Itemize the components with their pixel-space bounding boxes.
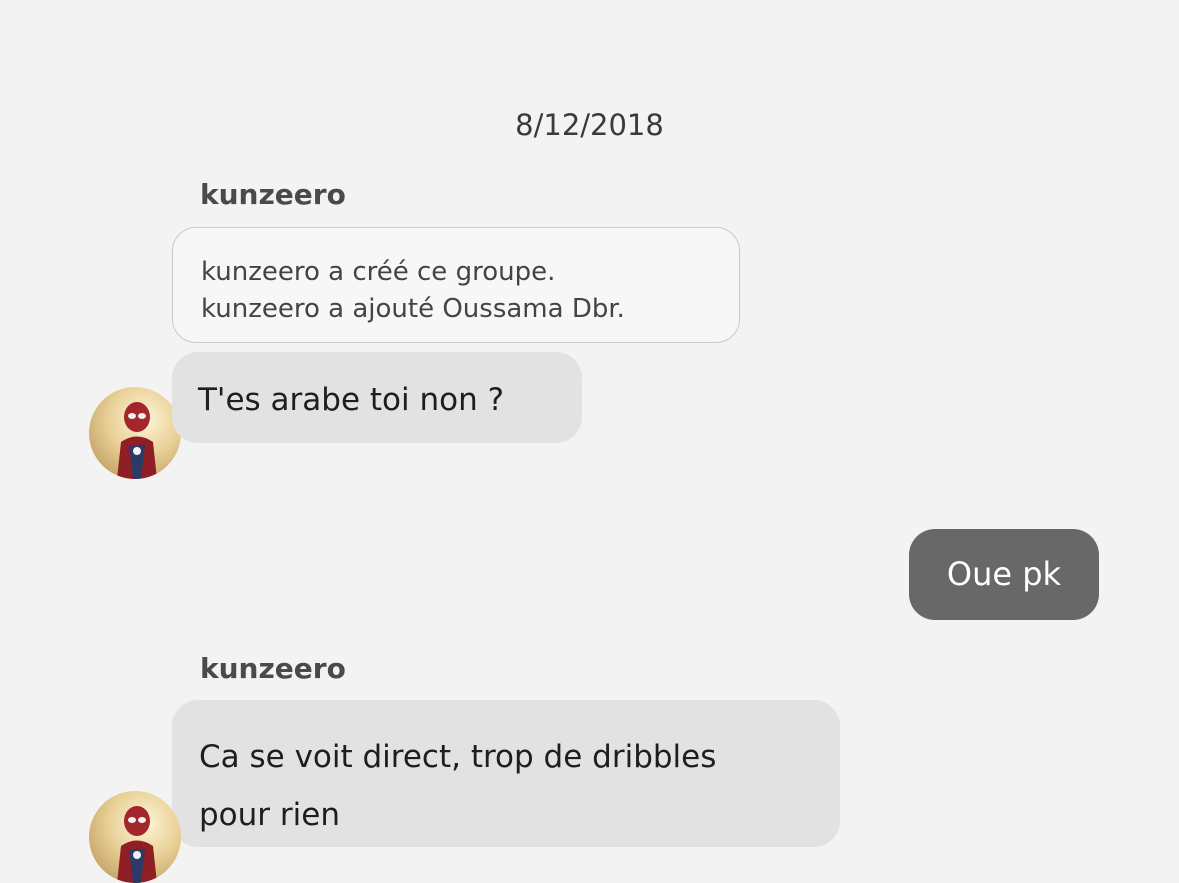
sender-name: kunzeero [200, 652, 346, 685]
spider-man-avatar-icon [117, 806, 157, 883]
avatar-icon[interactable] [89, 791, 181, 883]
message-text: T'es arabe toi non ? [198, 382, 505, 418]
message-text: Oue pk [946, 555, 1062, 593]
date-separator: 8/12/2018 [515, 108, 664, 142]
spider-man-avatar-icon [117, 402, 157, 479]
sender-name: kunzeero [200, 178, 346, 211]
outgoing-message[interactable]: Oue pk [909, 529, 1099, 620]
message-text: pour rien [199, 797, 340, 833]
system-message: kunzeero a créé ce groupe. kunzeero a aj… [172, 227, 740, 343]
system-message-line: kunzeero a créé ce groupe. [201, 257, 556, 287]
system-message-line: kunzeero a ajouté Oussama Dbr. [201, 294, 625, 324]
avatar-icon[interactable] [89, 387, 181, 479]
chat-thread: 8/12/2018 kunzeero kunzeero a créé ce gr… [0, 0, 1179, 883]
incoming-message[interactable]: T'es arabe toi non ? [172, 352, 582, 443]
message-text: Ca se voit direct, trop de dribbles [199, 739, 717, 775]
incoming-message[interactable]: Ca se voit direct, trop de dribbles pour… [172, 700, 840, 847]
